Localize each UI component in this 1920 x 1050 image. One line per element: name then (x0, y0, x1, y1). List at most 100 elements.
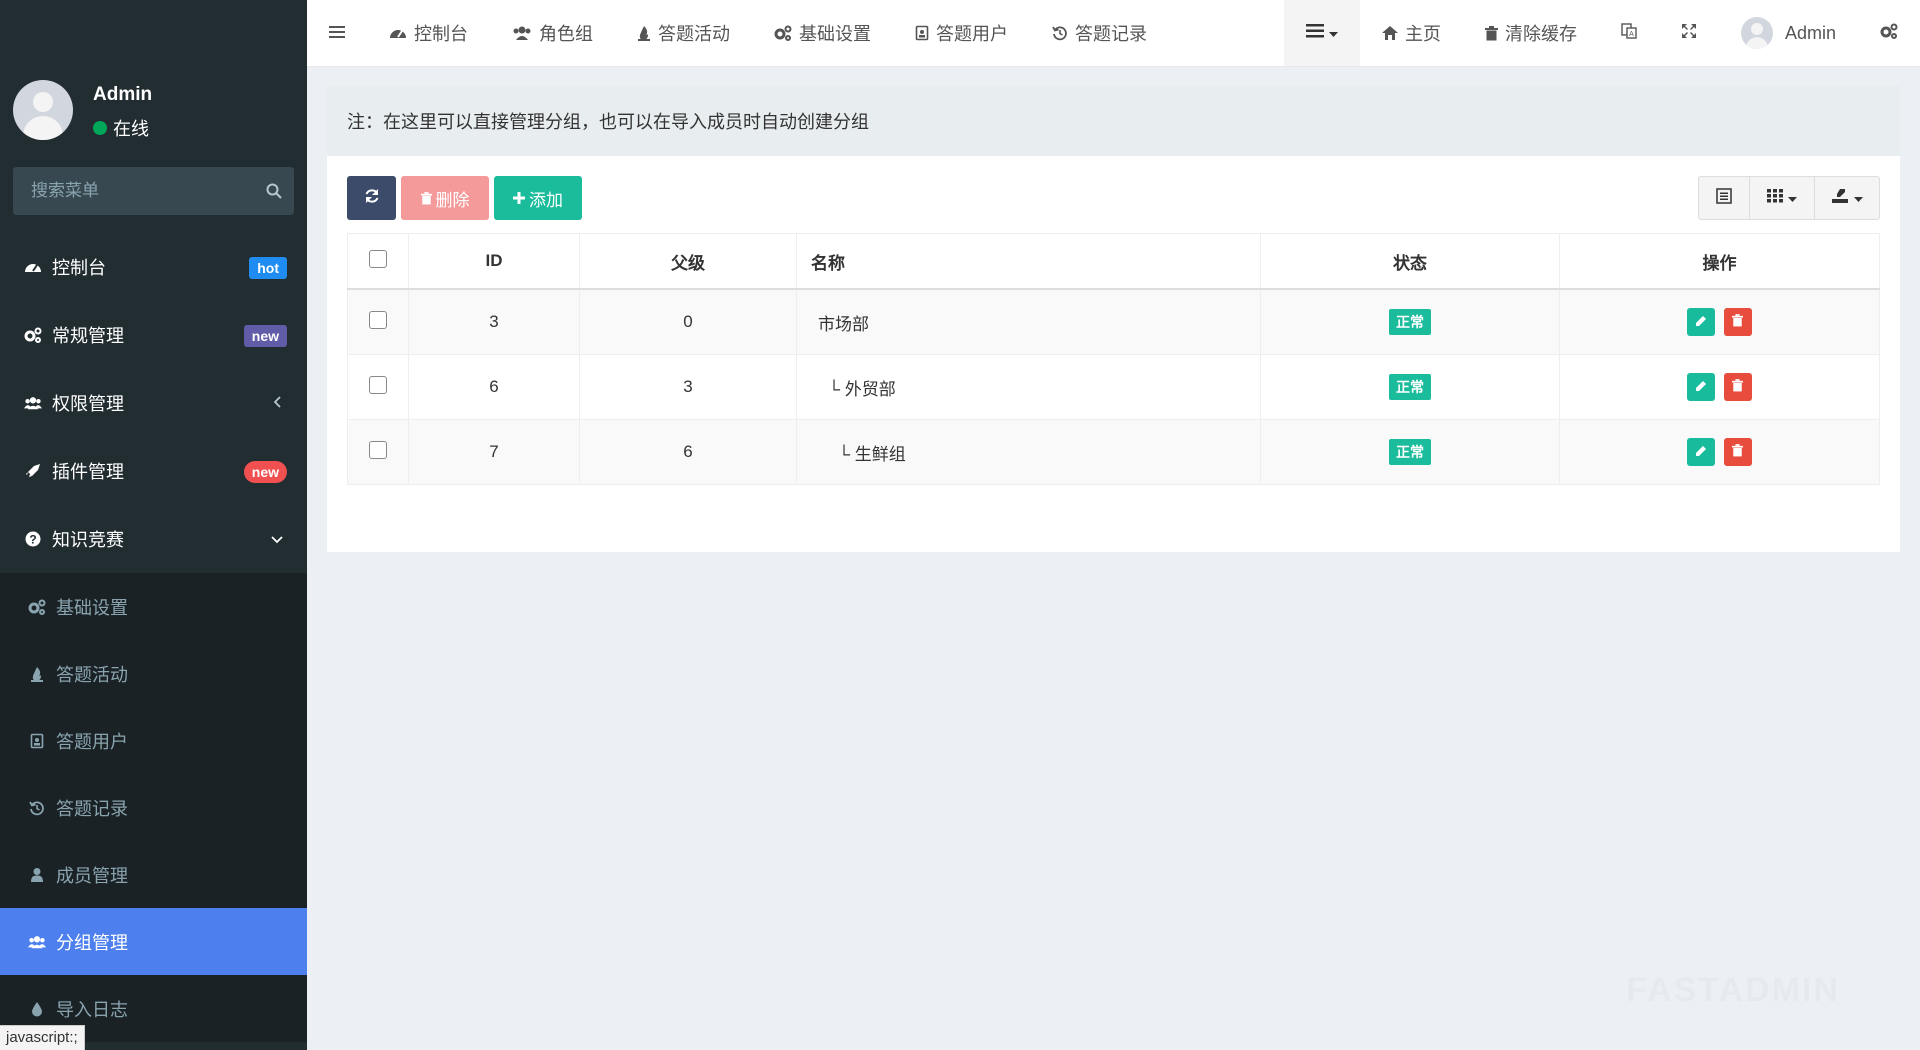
sidebar-subitem-quiz-users[interactable]: 答题用户 (0, 707, 307, 774)
cell-name: 市场部 (796, 288, 1261, 355)
expand-icon (1681, 23, 1697, 44)
tab-basic-settings[interactable]: 基础设置 (752, 0, 893, 66)
pencil-icon (1695, 312, 1707, 332)
home-label: 主页 (1404, 24, 1441, 44)
user-menu[interactable]: Admin (1719, 0, 1858, 66)
delete-row-button[interactable] (1723, 438, 1752, 466)
download-icon (1831, 188, 1849, 209)
sidebar-subitem-quiz-activity[interactable]: 答题活动 (0, 640, 307, 707)
cell-name: └ 生鲜组 (796, 419, 1261, 485)
user-icon (28, 867, 46, 883)
delete-row-button[interactable] (1723, 373, 1752, 401)
tab-dashboard[interactable]: 控制台 (367, 0, 490, 66)
sidebar-item-permissions[interactable]: 权限管理 (0, 369, 307, 437)
pencil-icon (1695, 377, 1707, 397)
edit-button[interactable] (1687, 438, 1716, 466)
cell-id: 7 (408, 419, 580, 485)
select-all-checkbox[interactable] (369, 249, 387, 268)
sidebar-menu: 控制台 hot 常规管理 new 权限管理 插件管理 new ? 知识竞赛 基础… (0, 233, 307, 1042)
column-header-name[interactable]: 名称 (796, 233, 1261, 290)
cell-parent: 0 (579, 288, 797, 355)
menu-search-input[interactable] (13, 180, 254, 202)
new-badge: new (243, 325, 287, 347)
gears-icon (24, 327, 42, 343)
sidebar-item-quiz[interactable]: ? 知识竞赛 (0, 505, 307, 573)
gears-icon (1880, 23, 1898, 44)
tab-label: 答题活动 (658, 24, 730, 44)
sidebar-subitem-members[interactable]: 成员管理 (0, 841, 307, 908)
table-row: 7 6 └ 生鲜组 正常 (347, 419, 1880, 485)
gears-icon (28, 599, 46, 615)
delete-row-button[interactable] (1723, 308, 1752, 336)
tab-quiz-activity[interactable]: 答题活动 (615, 0, 752, 66)
tab-label: 控制台 (414, 24, 468, 44)
sidebar-item-dashboard[interactable]: 控制台 hot (0, 233, 307, 301)
fire-icon (28, 666, 46, 682)
sidebar-subitem-groups[interactable]: 分组管理 (0, 908, 307, 975)
language-toggle[interactable]: A (1599, 0, 1659, 66)
user-status: 在线 (93, 115, 149, 141)
toggle-view-button[interactable] (1699, 177, 1750, 219)
trash-icon (1732, 442, 1744, 462)
tint-icon (28, 1001, 46, 1017)
dashboard-icon (389, 25, 407, 41)
id-badge-icon (28, 733, 46, 749)
tab-roles[interactable]: 角色组 (490, 0, 615, 66)
column-header-ops: 操作 (1559, 233, 1880, 290)
edit-button[interactable] (1687, 373, 1716, 401)
fullscreen-button[interactable] (1659, 0, 1719, 66)
edit-button[interactable] (1687, 308, 1716, 336)
topbar: 控制台 角色组 答题活动 基础设置 答题用户 答题记录 主页 清除缓存 A Ad… (307, 0, 1920, 67)
cell-status: 正常 (1260, 354, 1560, 420)
settings-button[interactable] (1858, 0, 1920, 66)
tab-quiz-records[interactable]: 答题记录 (1030, 0, 1169, 66)
trash-icon (420, 191, 432, 205)
users-icon (28, 934, 46, 950)
sidebar-item-general[interactable]: 常规管理 new (0, 301, 307, 369)
more-tabs-dropdown[interactable] (1283, 0, 1360, 66)
column-header-id[interactable]: ID (408, 233, 580, 290)
cell-name: └ 外贸部 (796, 354, 1261, 420)
group-table: ID 父级 名称 状态 操作 3 0 市场部 正常 6 3 └ 外贸部 正常 7… (347, 233, 1880, 485)
delete-button[interactable]: 删除 (401, 176, 489, 220)
search-icon[interactable] (254, 167, 294, 215)
home-link[interactable]: 主页 (1360, 0, 1463, 66)
column-header-status[interactable]: 状态 (1260, 233, 1560, 290)
status-badge: 正常 (1389, 439, 1431, 465)
table-toolbar: 删除 添加 (347, 176, 1880, 220)
sidebar-item-plugins[interactable]: 插件管理 new (0, 437, 307, 505)
history-icon (28, 800, 46, 816)
row-checkbox[interactable] (369, 375, 387, 394)
table-row: 6 3 └ 外贸部 正常 (347, 354, 1880, 420)
sidebar-subitem-basic-settings[interactable]: 基础设置 (0, 573, 307, 640)
svg-text:A: A (1629, 31, 1634, 38)
sidebar-subitem-quiz-records[interactable]: 答题记录 (0, 774, 307, 841)
caret-down-icon (1788, 188, 1797, 208)
export-dropdown[interactable] (1815, 177, 1879, 219)
gears-icon (774, 25, 792, 41)
list-icon (1305, 23, 1324, 44)
refresh-button[interactable] (347, 176, 396, 220)
status-badge: 正常 (1389, 374, 1431, 400)
chevron-down-icon (271, 531, 283, 547)
user-status-label: 在线 (113, 119, 149, 139)
add-button[interactable]: 添加 (494, 176, 582, 220)
cell-id: 3 (408, 288, 580, 355)
sidebar-toggle[interactable] (307, 0, 367, 66)
row-checkbox[interactable] (369, 440, 387, 459)
new-badge: new (243, 461, 287, 483)
online-dot-icon (93, 121, 107, 135)
sidebar-item-label: 成员管理 (56, 865, 128, 886)
quiz-submenu: 基础设置 答题活动 答题用户 答题记录 成员管理 分组管理 导入日志 (0, 573, 307, 1042)
tab-label: 角色组 (539, 24, 593, 44)
refresh-icon (364, 188, 380, 209)
user-menu-label: Admin (1784, 22, 1836, 43)
column-header-parent[interactable]: 父级 (579, 233, 797, 290)
columns-dropdown[interactable] (1750, 177, 1815, 219)
clear-cache-button[interactable]: 清除缓存 (1463, 0, 1599, 66)
row-checkbox[interactable] (369, 310, 387, 329)
trash-icon (1732, 377, 1744, 397)
group-panel: 删除 添加 ID 父级 名称 状态 操作 3 0 市场部 正常 6 3 └ 外贸… (327, 156, 1900, 552)
table-header-row: ID 父级 名称 状态 操作 (347, 233, 1880, 290)
tab-quiz-users[interactable]: 答题用户 (893, 0, 1030, 66)
